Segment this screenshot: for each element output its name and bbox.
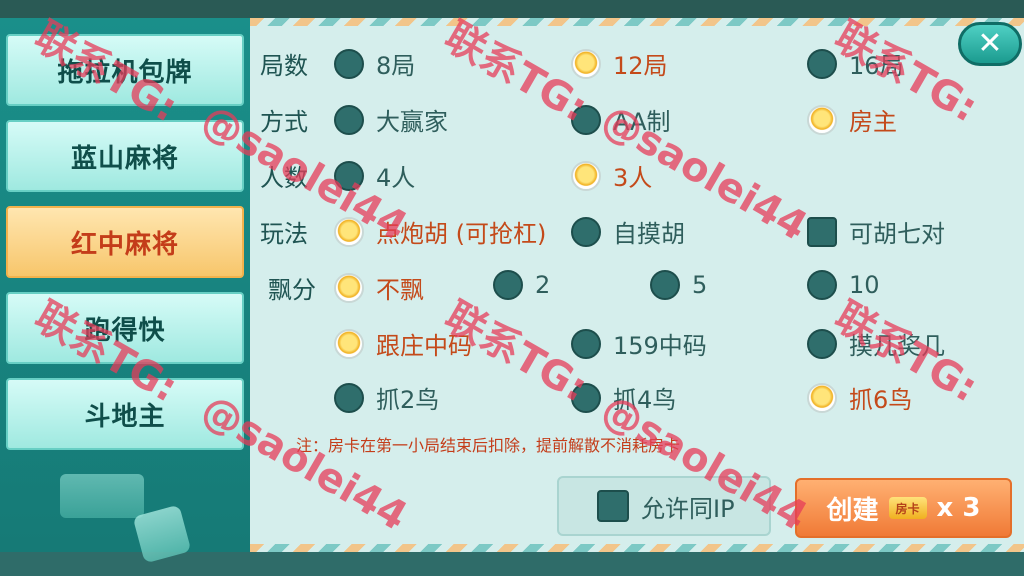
option-piao-10[interactable]: 10 — [807, 270, 880, 300]
tab-label: 红中麻将 — [70, 229, 179, 260]
radio-selected-icon — [334, 328, 364, 359]
mahjong-tiles-decoration — [60, 474, 144, 518]
option-zhongma-mojijiangji[interactable]: 摸几奖几 — [807, 326, 945, 361]
tab-label: 拖拉机包牌 — [57, 57, 193, 88]
allow-ip-label: 允许同IP — [641, 494, 735, 523]
option-piao-none[interactable]: 不飘 — [334, 270, 424, 305]
option-label: 可胡七对 — [849, 220, 945, 248]
tab-hongzhong-mahjong[interactable]: 红中麻将 — [6, 206, 244, 278]
option-birds-2[interactable]: 抓2鸟 — [334, 380, 439, 415]
option-label: 摸几奖几 — [849, 332, 945, 360]
radio-icon — [334, 48, 364, 79]
radio-selected-icon — [334, 216, 364, 247]
checkbox-icon — [807, 216, 837, 247]
option-mode-winner[interactable]: 大赢家 — [334, 102, 448, 137]
option-label: 跟庄中码 — [376, 332, 472, 360]
option-rounds-12[interactable]: 12局 — [571, 46, 668, 81]
radio-selected-icon — [571, 48, 601, 79]
option-label: AA制 — [613, 108, 671, 136]
option-label: 12局 — [613, 52, 668, 80]
tab-label: 跑得快 — [84, 315, 166, 346]
option-birds-4[interactable]: 抓4鸟 — [571, 380, 676, 415]
top-bar — [0, 0, 1024, 18]
checkbox-icon — [597, 490, 629, 522]
radio-icon — [334, 382, 364, 413]
airmail-stripe-bottom — [250, 544, 1024, 552]
radio-icon — [571, 328, 601, 359]
rules-label: 玩法 — [260, 220, 308, 248]
option-players-3[interactable]: 3人 — [571, 158, 652, 193]
tab-lanshan-mahjong[interactable]: 蓝山麻将 — [6, 120, 244, 192]
room-card-note: 注：房卡在第一小局结束后扣除，提前解散不消耗房卡 — [296, 436, 681, 455]
room-card-icon: 房卡 — [888, 497, 927, 519]
tab-doudizhu[interactable]: 斗地主 — [6, 378, 244, 450]
option-label: 16局 — [849, 52, 904, 80]
option-label: 10 — [849, 271, 880, 299]
option-label: 4人 — [376, 164, 416, 192]
radio-icon — [334, 104, 364, 135]
airmail-stripe-top — [250, 18, 1024, 26]
option-players-4[interactable]: 4人 — [334, 158, 415, 193]
radio-icon — [807, 270, 837, 300]
radio-selected-icon — [571, 160, 601, 191]
option-label: 自摸胡 — [613, 220, 685, 248]
option-label: 抓2鸟 — [376, 386, 440, 414]
option-label: 5 — [692, 271, 708, 299]
tab-paodekuai[interactable]: 跑得快 — [6, 292, 244, 364]
tab-tuolaji[interactable]: 拖拉机包牌 — [6, 34, 244, 106]
option-label: 不飘 — [376, 276, 424, 304]
option-label: 3人 — [613, 164, 653, 192]
radio-icon — [571, 382, 601, 413]
option-rules-seven-pairs[interactable]: 可胡七对 — [807, 214, 945, 249]
game-tab-panel: 拖拉机包牌 蓝山麻将 红中麻将 跑得快 斗地主 — [0, 18, 250, 564]
radio-selected-icon — [334, 272, 364, 303]
mode-label: 方式 — [260, 108, 308, 136]
close-icon: ✕ — [977, 26, 1003, 61]
radio-icon — [571, 216, 601, 247]
option-label: 抓6鸟 — [849, 386, 913, 414]
create-label: 创建 — [826, 495, 879, 526]
option-rules-dianpao[interactable]: 点炮胡 (可抢杠) — [334, 214, 546, 249]
option-label: 159中码 — [613, 332, 707, 360]
players-label: 人数 — [260, 164, 308, 192]
option-piao-2[interactable]: 2 — [493, 270, 550, 300]
option-rounds-16[interactable]: 16局 — [807, 46, 904, 81]
option-birds-6[interactable]: 抓6鸟 — [807, 380, 912, 415]
tab-label: 斗地主 — [84, 401, 166, 432]
option-label: 房主 — [849, 108, 897, 136]
option-mode-owner[interactable]: 房主 — [807, 102, 897, 137]
card-cost: x 3 — [936, 493, 981, 523]
radio-icon — [571, 104, 601, 135]
option-label: 8局 — [376, 52, 416, 80]
option-label: 2 — [535, 271, 551, 299]
option-piao-5[interactable]: 5 — [650, 270, 707, 300]
option-rules-zimo[interactable]: 自摸胡 — [571, 214, 685, 249]
radio-selected-icon — [807, 382, 837, 413]
radio-icon — [650, 270, 680, 300]
option-zhongma-follow[interactable]: 跟庄中码 — [334, 326, 472, 361]
tab-label: 蓝山麻将 — [70, 143, 179, 174]
option-label: 点炮胡 (可抢杠) — [376, 220, 547, 248]
allow-same-ip-toggle[interactable]: 允许同IP — [557, 476, 771, 536]
option-zhongma-159[interactable]: 159中码 — [571, 326, 707, 361]
option-label: 大赢家 — [376, 108, 448, 136]
create-room-button[interactable]: 创建 房卡 x 3 — [795, 478, 1012, 538]
radio-icon — [334, 160, 364, 191]
radio-icon — [493, 270, 523, 300]
rounds-label: 局数 — [260, 52, 308, 80]
option-rounds-8[interactable]: 8局 — [334, 46, 415, 81]
radio-selected-icon — [807, 104, 837, 135]
close-button[interactable]: ✕ — [958, 22, 1022, 66]
option-label: 抓4鸟 — [613, 386, 677, 414]
radio-icon — [807, 328, 837, 359]
piao-label: 飘分 — [268, 276, 316, 304]
option-mode-aa[interactable]: AA制 — [571, 102, 671, 137]
radio-icon — [807, 48, 837, 79]
